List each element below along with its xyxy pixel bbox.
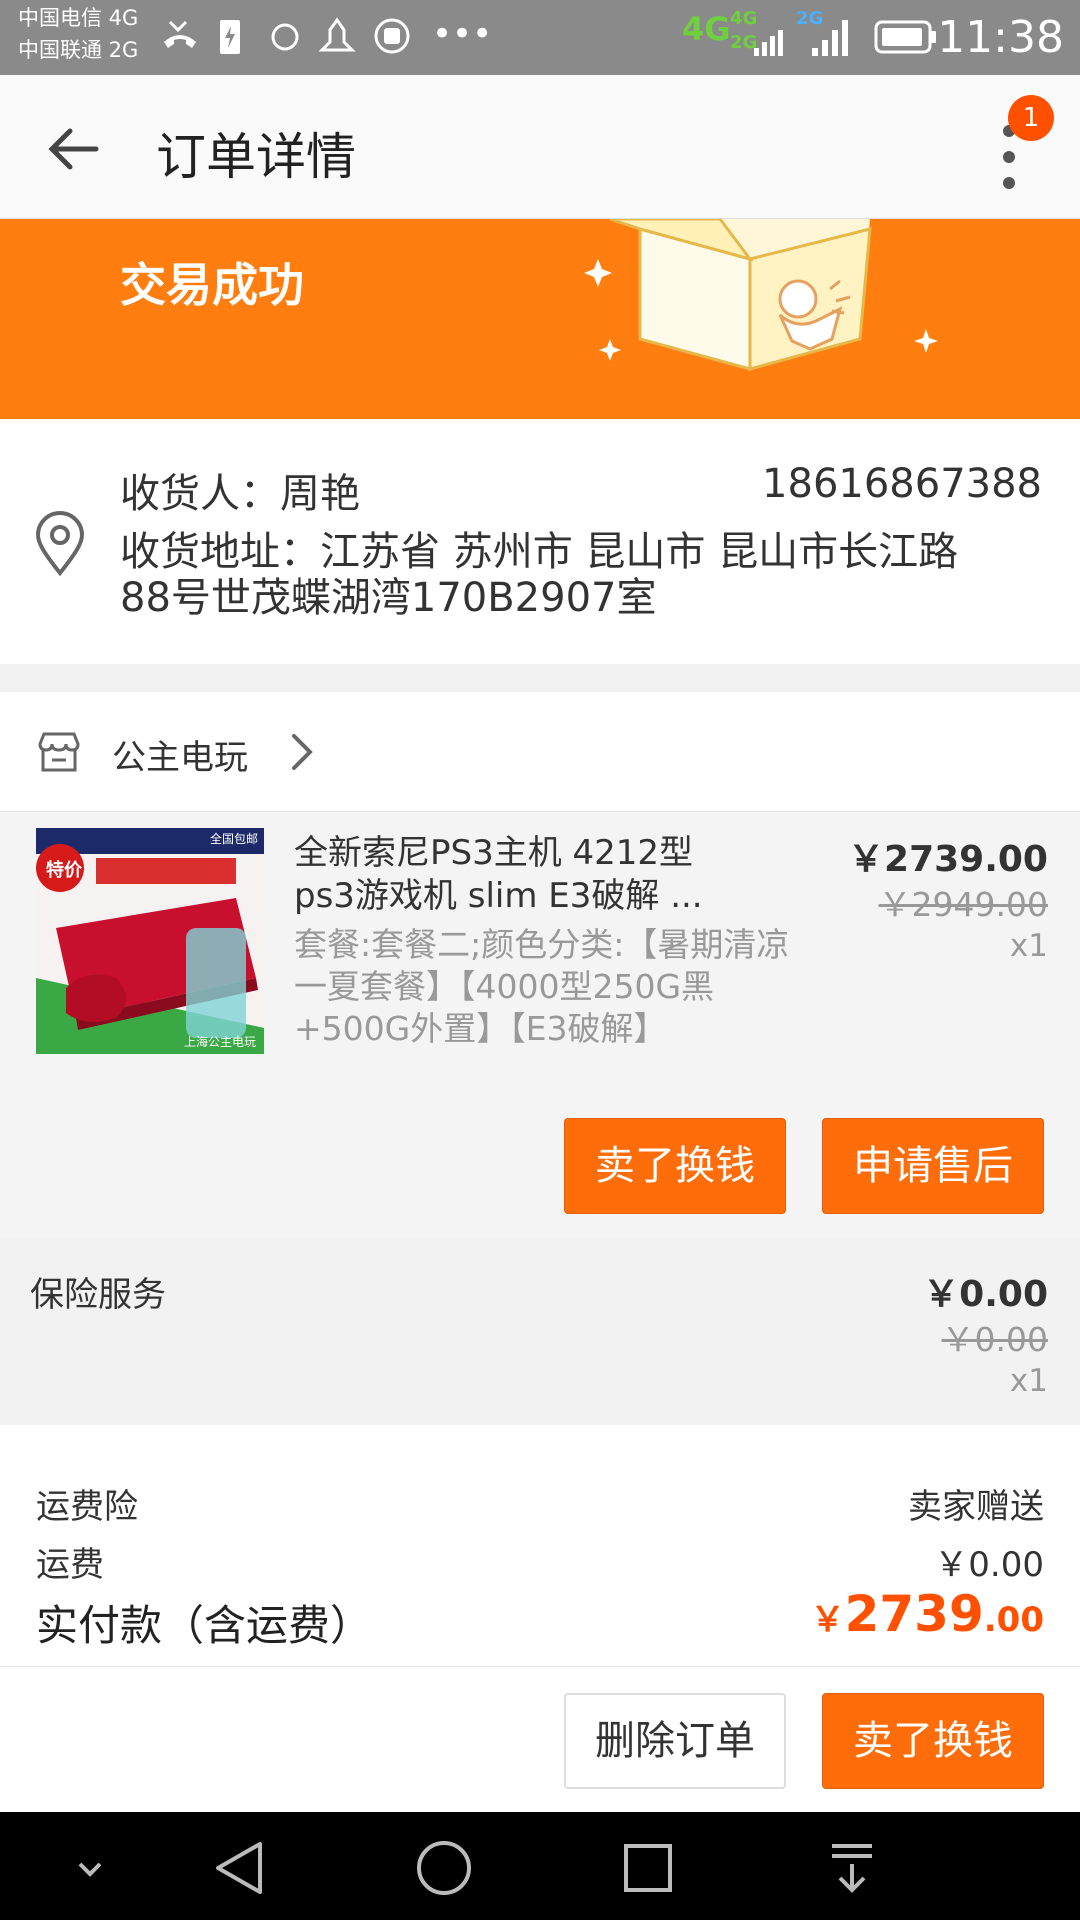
thumb-tag: 特价 [46, 860, 82, 881]
footer-actions: 删除订单 卖了换钱 [0, 1667, 1080, 1812]
battery-charging-icon [220, 20, 240, 54]
clock: 11:38 [937, 12, 1064, 63]
shop-name: 公主电玩 [112, 738, 248, 778]
delete-order-button[interactable]: 删除订单 [564, 1693, 786, 1789]
address-text: 收货地址：江苏省 苏州市 昆山市 昆山市长江路88号世茂蝶湖湾170B2907室 [120, 529, 959, 621]
payment-summary: 运费险 卖家赠送 运费 ￥0.00 实付款（含运费） ￥2739.00 [0, 1425, 1080, 1667]
product-price: ￥2739.00 [848, 839, 1048, 880]
total-paid-amount: ￥2739.00 [811, 1585, 1044, 1643]
status-bar: 中国电信 4G 中国联通 2G ••• 4G 4G 2G 2G 11:38 [0, 0, 1080, 75]
app-bar: 订单详情 1 [0, 75, 1080, 219]
total-decimal: .00 [983, 1600, 1044, 1640]
product-original-price: ￥2949.00 [878, 885, 1048, 924]
chevron-right-icon [292, 734, 313, 770]
thumb-bottom-text: 上海公主电玩 [183, 1035, 256, 1049]
status-banner: 交易成功 [0, 219, 1080, 419]
product-quantity: x1 [1009, 928, 1048, 964]
notification-pulldown-icon[interactable] [822, 1838, 882, 1898]
insurance-quantity: x1 [1009, 1363, 1048, 1399]
thumb-corner-text: 全国包邮 [209, 832, 258, 846]
shipping-address-card[interactable]: 收货人：周艳 18616867388 收货地址：江苏省 苏州市 昆山市 昆山市长… [0, 419, 1080, 664]
total-integer: 2739 [844, 1585, 984, 1643]
recipient-phone: 18616867388 [762, 461, 1042, 507]
recipient-name: 收货人：周艳 [120, 471, 360, 517]
sell-for-cash-button[interactable]: 卖了换钱 [564, 1118, 786, 1214]
recents-square-icon[interactable] [618, 1838, 678, 1898]
page-title: 订单详情 [156, 128, 356, 186]
insurance-service: 保险服务 ￥0.00 ￥0.00 x1 [0, 1247, 1080, 1425]
open-box-illustration [584, 219, 938, 371]
after-sales-button[interactable]: 申请售后 [822, 1118, 1044, 1214]
product-title[interactable]: 全新索尼PS3主机 4212型 ps3游戏机 slim E3破解 ... [294, 832, 744, 918]
chevron-down-icon[interactable] [60, 1838, 120, 1898]
order-status: 交易成功 [120, 258, 304, 312]
system-nav-bar [0, 1812, 1080, 1920]
battery-icon [874, 20, 936, 54]
notification-icon [318, 17, 356, 52]
total-paid-label: 实付款（含运费） [36, 1601, 373, 1650]
product-sku: 套餐:套餐二;颜色分类:【暑期清凉一夏套餐】【4000型250G黑+500G外置… [294, 925, 790, 1048]
carrier-1: 中国电信 4G [18, 6, 139, 30]
shipping-insurance-label: 运费险 [36, 1487, 138, 1527]
shipping-fee-value: ￥0.00 [934, 1545, 1044, 1585]
product-thumbnail[interactable]: 特价 全国包邮 上海公主电玩 [36, 828, 264, 1054]
network-4g: 4G [682, 10, 731, 48]
insurance-original-price: ￥0.00 [941, 1320, 1048, 1359]
back-triangle-icon[interactable] [210, 1838, 270, 1898]
notification-badge: 1 [1008, 95, 1054, 141]
carrier-2: 中国联通 2G [18, 38, 139, 62]
insurance-label: 保险服务 [30, 1275, 166, 1315]
back-arrow-icon[interactable] [44, 119, 104, 179]
sync-icon [271, 23, 299, 51]
order-item[interactable]: 特价 全国包邮 上海公主电玩 全新索尼PS3主机 4212型 ps3游戏机 sl… [0, 812, 1080, 1237]
screen: 中国电信 4G 中国联通 2G ••• 4G 4G 2G 2G 11:38 订单… [0, 0, 1080, 1920]
home-circle-icon[interactable] [414, 1838, 474, 1898]
total-currency: ￥ [810, 1600, 845, 1640]
shipping-fee-label: 运费 [36, 1545, 104, 1585]
store-icon [38, 732, 80, 772]
more-notifications-icon: ••• [432, 14, 493, 54]
insurance-price: ￥0.00 [923, 1274, 1048, 1315]
sell-for-cash-footer-button[interactable]: 卖了换钱 [822, 1693, 1044, 1789]
shop-row[interactable]: 公主电玩 [0, 692, 1080, 812]
signal-1-icon [754, 30, 783, 56]
missed-call-icon [164, 20, 196, 48]
location-pin-icon [35, 511, 85, 577]
signal-2-icon [812, 20, 848, 56]
hand-icon [374, 18, 410, 54]
shipping-insurance-value: 卖家赠送 [908, 1487, 1044, 1527]
